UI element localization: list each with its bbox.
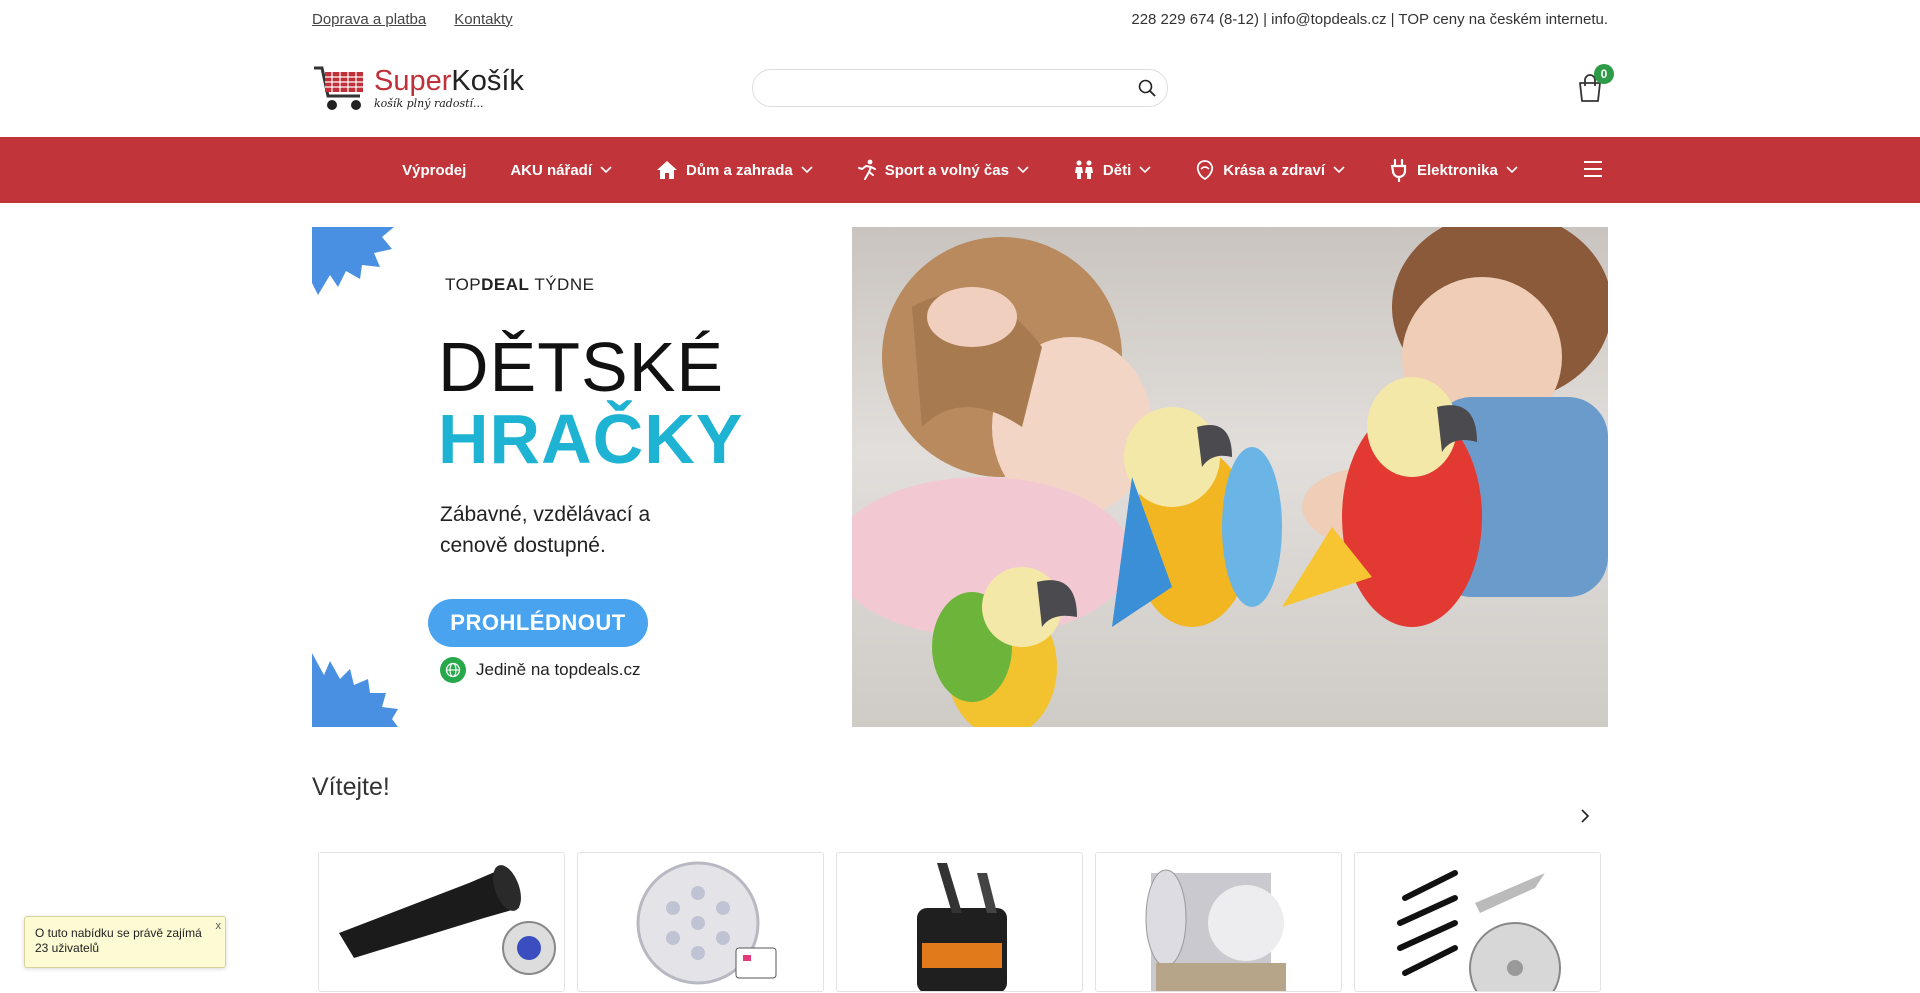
search-icon[interactable] bbox=[1137, 78, 1157, 98]
cart-logo-icon bbox=[314, 66, 363, 110]
topbar-contact-info: 228 229 674 (8-12) | info@topdeals.cz | … bbox=[1131, 10, 1608, 28]
chevron-down-icon bbox=[801, 166, 813, 174]
search-input[interactable] bbox=[753, 69, 1137, 106]
product-card[interactable] bbox=[577, 852, 824, 992]
nav-item-label: Výprodej bbox=[402, 161, 467, 179]
chevron-down-icon bbox=[1017, 166, 1029, 174]
welcome-heading: Vítejte! bbox=[312, 773, 390, 801]
only-on-site-text: Jedině na topdeals.cz bbox=[476, 660, 641, 679]
hero-banner[interactable]: TOPDEAL TÝDNE DĚTSKÉ HRAČKY Zábavné, vzd… bbox=[312, 227, 1608, 727]
browse-button[interactable]: PROHLÉDNOUT bbox=[428, 599, 648, 647]
only-on-site: Jedině na topdeals.cz bbox=[440, 657, 640, 683]
logo-tagline: košík plný radostí... bbox=[374, 96, 484, 110]
globe-icon bbox=[440, 657, 466, 683]
interest-notification: O tuto nabídku se právě zajímá 23 uživat… bbox=[24, 916, 226, 968]
beauty-icon bbox=[1197, 160, 1214, 181]
product-image-chainsaw bbox=[917, 863, 1007, 991]
notification-text: O tuto nabídku se právě zajímá 23 uživat… bbox=[35, 926, 202, 955]
product-image-led-light bbox=[636, 861, 777, 985]
header: SuperKošík košík plný radostí... 0 bbox=[0, 38, 1920, 137]
chevron-right-icon[interactable] bbox=[1578, 808, 1592, 824]
shipping-payment-link[interactable]: Doprava a platba bbox=[312, 11, 426, 28]
chevron-down-icon bbox=[1333, 166, 1345, 174]
nav-item-dum-a-zahrada[interactable]: Dům a zahrada bbox=[634, 137, 835, 203]
deal-kicker: TOPDEAL TÝDNE bbox=[445, 275, 594, 295]
product-card[interactable] bbox=[1095, 852, 1342, 992]
nav-item-label: Sport a volný čas bbox=[884, 161, 1009, 179]
product-image-flashlight bbox=[339, 865, 556, 975]
children-icon bbox=[1074, 160, 1093, 179]
cart-count-badge: 0 bbox=[1594, 63, 1614, 84]
topbar-links: Doprava a platba Kontakty bbox=[312, 11, 513, 28]
burst-decoration-icon bbox=[312, 227, 394, 295]
banner-title-line2: HRAČKY bbox=[438, 400, 744, 478]
logo-word-kosik: Košík bbox=[451, 64, 524, 97]
logo-word-super: Super bbox=[374, 64, 452, 97]
banner-subtitle: Zábavné, vzdělávací a cenově dostupné. bbox=[440, 503, 651, 557]
chevron-down-icon bbox=[1139, 166, 1151, 174]
nav-item-krasa-a-zdravi[interactable]: Krása a zdraví bbox=[1173, 137, 1367, 203]
logo[interactable]: SuperKošík košík plný radostí... bbox=[312, 58, 752, 118]
main-nav: Výprodej AKU nářadí Dům a zahrada Sport … bbox=[0, 137, 1920, 203]
nav-item-deti[interactable]: Děti bbox=[1051, 137, 1173, 203]
kicker-top: TOP bbox=[445, 275, 482, 294]
hero-banner-text: TOPDEAL TÝDNE DĚTSKÉ HRAČKY Zábavné, vzd… bbox=[312, 227, 852, 727]
nav-item-aku-naradi[interactable]: AKU nářadí bbox=[488, 137, 634, 203]
contacts-link[interactable]: Kontakty bbox=[454, 11, 512, 28]
kicker-deal: DEAL bbox=[481, 275, 530, 294]
runner-icon bbox=[857, 159, 876, 180]
product-card[interactable] bbox=[1354, 852, 1601, 992]
topbar: Doprava a platba Kontakty 228 229 674 (8… bbox=[0, 0, 1920, 38]
close-icon[interactable]: x bbox=[216, 919, 222, 934]
nav-item-label: AKU nářadí bbox=[510, 161, 592, 179]
hero-banner-image bbox=[852, 227, 1608, 727]
cart-button[interactable]: 0 bbox=[1572, 63, 1614, 106]
kicker-week: TÝDNE bbox=[529, 275, 595, 294]
nav-item-vyprodej[interactable]: Výprodej bbox=[380, 137, 488, 203]
product-image-trimmer-blades bbox=[1397, 870, 1561, 991]
nav-item-label: Děti bbox=[1102, 161, 1132, 179]
plug-icon bbox=[1390, 158, 1407, 182]
product-card[interactable] bbox=[836, 852, 1083, 992]
product-image-insulation-foil bbox=[1145, 869, 1286, 991]
chevron-down-icon bbox=[1506, 166, 1518, 174]
nav-item-label: Krása a zdraví bbox=[1223, 161, 1325, 179]
nav-item-sport-a-volny-cas[interactable]: Sport a volný čas bbox=[835, 137, 1051, 203]
hamburger-icon[interactable] bbox=[1584, 157, 1608, 181]
house-icon bbox=[657, 161, 677, 179]
chevron-down-icon bbox=[600, 166, 612, 174]
nav-item-label: Dům a zahrada bbox=[686, 161, 793, 179]
nav-item-elektronika[interactable]: Elektronika bbox=[1367, 137, 1540, 203]
kids-with-parrots-image bbox=[852, 227, 1608, 727]
burst-decoration-icon bbox=[312, 653, 398, 727]
product-carousel bbox=[312, 802, 1608, 992]
banner-title-line1: DĚTSKÉ bbox=[438, 328, 725, 406]
product-card[interactable] bbox=[318, 852, 565, 992]
search-bar bbox=[752, 68, 1168, 107]
nav-item-label: Elektronika bbox=[1417, 161, 1498, 179]
